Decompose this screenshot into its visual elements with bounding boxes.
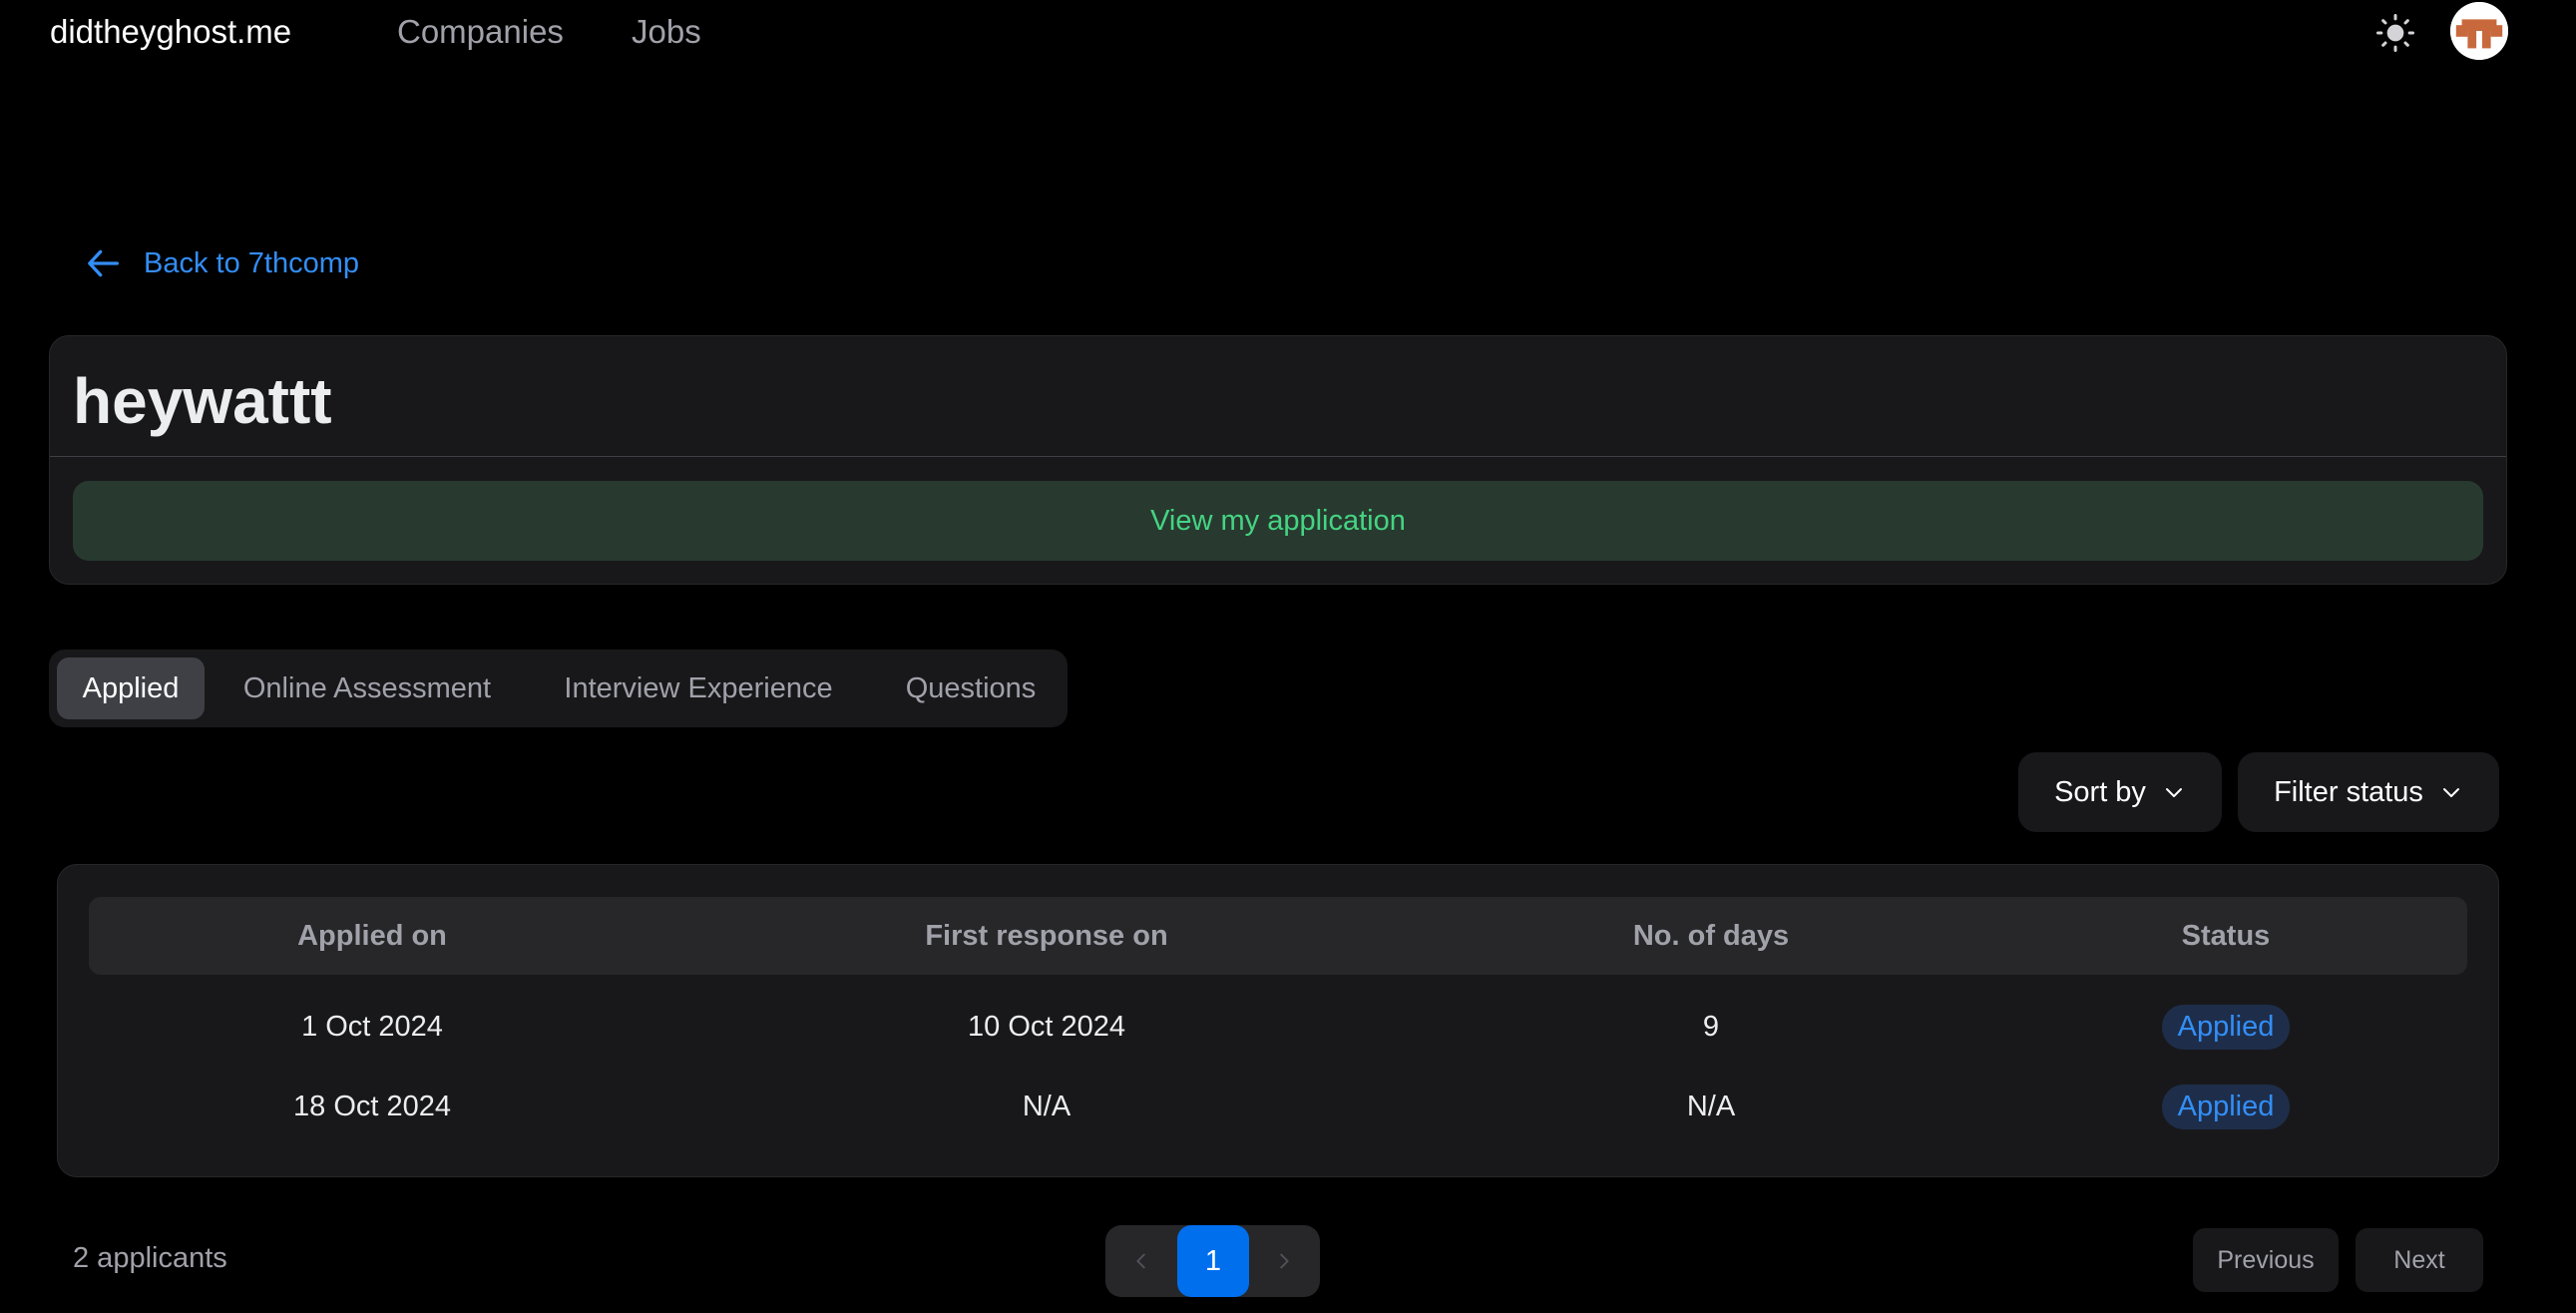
arrow-left-icon bbox=[88, 249, 120, 277]
sun-icon bbox=[2376, 14, 2414, 52]
cell-applied-on: 1 Oct 2024 bbox=[301, 1010, 443, 1043]
job-header-card: heywattt View my application bbox=[49, 335, 2507, 585]
divider bbox=[50, 456, 2506, 457]
tab-online-assessment[interactable]: Online Assessment bbox=[228, 657, 506, 719]
view-application-button[interactable]: View my application bbox=[73, 481, 2483, 561]
column-header-days: No. of days bbox=[1632, 919, 1790, 952]
column-header-status: Status bbox=[2181, 919, 2271, 952]
back-link-label: Back to 7thcomp bbox=[144, 246, 359, 279]
previous-button[interactable]: Previous bbox=[2193, 1228, 2339, 1292]
table-header: Applied on First response on No. of days… bbox=[89, 897, 2467, 975]
tab-interview-experience[interactable]: Interview Experience bbox=[538, 657, 859, 719]
applicant-count: 2 applicants bbox=[73, 1242, 227, 1274]
table-row[interactable]: 18 Oct 2024 N/A N/A Applied bbox=[89, 1067, 2467, 1146]
cell-first-response: N/A bbox=[1022, 1090, 1072, 1122]
cell-first-response: 10 Oct 2024 bbox=[968, 1010, 1125, 1043]
brand-logo-link[interactable]: didtheyghost.me bbox=[50, 13, 291, 51]
chevron-down-icon bbox=[2442, 788, 2459, 797]
next-button[interactable]: Next bbox=[2356, 1228, 2483, 1292]
column-header-applied-on: Applied on bbox=[297, 919, 447, 952]
pagination-prev-button[interactable] bbox=[1105, 1225, 1177, 1297]
applicants-table: Applied on First response on No. of days… bbox=[57, 864, 2499, 1177]
cell-days: 9 bbox=[1702, 1010, 1720, 1043]
tab-list: Applied Online Assessment Interview Expe… bbox=[49, 650, 1068, 727]
filter-status-dropdown[interactable]: Filter status bbox=[2238, 752, 2499, 832]
theme-toggle-button[interactable] bbox=[2374, 12, 2416, 54]
top-navbar: didtheyghost.me Companies Jobs bbox=[0, 0, 2576, 66]
column-header-first-response: First response on bbox=[925, 919, 1168, 952]
status-badge: Applied bbox=[2161, 1004, 2291, 1050]
chevron-left-icon bbox=[1136, 1253, 1145, 1269]
tab-applied[interactable]: Applied bbox=[57, 657, 205, 719]
pagination-page-current[interactable]: 1 bbox=[1177, 1225, 1249, 1297]
pagination-next-button[interactable] bbox=[1248, 1225, 1320, 1297]
cell-status: Applied bbox=[1984, 987, 2467, 1067]
user-avatar[interactable] bbox=[2450, 2, 2508, 60]
status-badge: Applied bbox=[2161, 1084, 2291, 1129]
sort-by-label: Sort by bbox=[2054, 775, 2146, 808]
cell-days: N/A bbox=[1686, 1090, 1736, 1122]
chevron-right-icon bbox=[1280, 1253, 1289, 1269]
sort-by-dropdown[interactable]: Sort by bbox=[2018, 752, 2222, 832]
cell-applied-on: 18 Oct 2024 bbox=[293, 1090, 451, 1122]
table-row[interactable]: 1 Oct 2024 10 Oct 2024 9 Applied bbox=[89, 987, 2467, 1067]
cell-status: Applied bbox=[1984, 1067, 2467, 1146]
nav-link-jobs[interactable]: Jobs bbox=[632, 13, 701, 51]
back-to-company-link[interactable]: Back to 7thcomp bbox=[84, 242, 359, 284]
identicon-avatar-icon bbox=[2450, 2, 2508, 60]
page-title: heywattt bbox=[73, 365, 332, 437]
nav-link-companies[interactable]: Companies bbox=[397, 13, 564, 51]
filter-status-label: Filter status bbox=[2274, 775, 2423, 808]
tab-questions[interactable]: Questions bbox=[887, 657, 1055, 719]
chevron-down-icon bbox=[2165, 788, 2182, 797]
pagination: 1 bbox=[1105, 1225, 1320, 1297]
